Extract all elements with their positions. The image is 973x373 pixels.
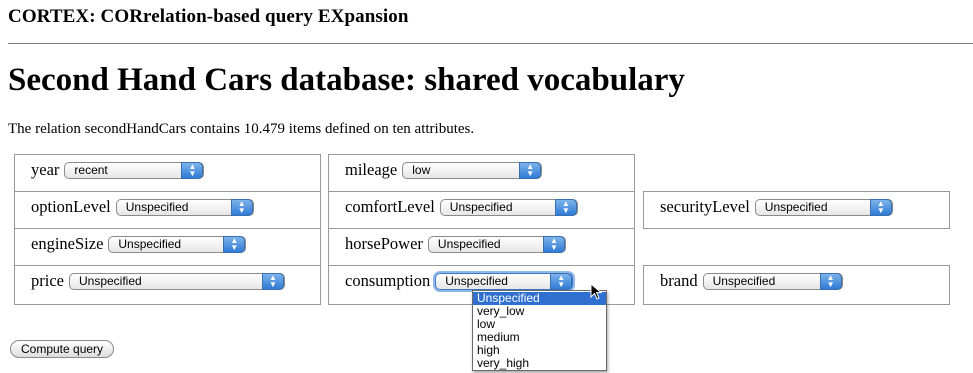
consumption-options-list: Unspecified very_low low medium high ver…: [472, 290, 607, 371]
select-arrows-icon: ▲ ▼: [542, 235, 565, 253]
securityLevel-select[interactable]: Unspecified ▲ ▼: [754, 198, 893, 216]
attribute-cell-mileage: mileage low ▲ ▼: [328, 154, 635, 192]
relation-description: The relation secondHandCars contains 10.…: [8, 121, 475, 137]
optionLevel-select[interactable]: Unspecified ▲ ▼: [115, 198, 254, 216]
comfortLevel-select-value: Unspecified: [449, 199, 513, 214]
price-label: price: [31, 271, 64, 290]
compute-query-button[interactable]: Compute query: [10, 340, 115, 358]
comfortLevel-select[interactable]: Unspecified ▲ ▼: [439, 198, 578, 216]
securityLevel-select-value: Unspecified: [764, 199, 828, 214]
brand-label: brand: [660, 271, 698, 290]
optionLevel-label: optionLevel: [31, 197, 111, 216]
horsePower-label: horsePower: [345, 234, 423, 253]
mileage-select[interactable]: low ▲ ▼: [402, 161, 543, 179]
attribute-cell-brand: brand Unspecified ▲ ▼: [643, 265, 950, 305]
mileage-select-value: low: [412, 162, 431, 177]
optionLevel-select-value: Unspecified: [125, 199, 189, 214]
select-arrows-icon: ▲ ▼: [519, 161, 542, 179]
header-divider: [8, 43, 973, 44]
comfortLevel-label: comfortLevel: [345, 197, 435, 216]
select-arrows-icon: ▲ ▼: [550, 272, 573, 290]
attribute-cell-securityLevel: securityLevel Unspecified ▲ ▼: [643, 191, 950, 229]
year-select-value: recent: [74, 162, 108, 177]
select-arrows-icon: ▲ ▼: [819, 272, 842, 290]
consumption-select[interactable]: Unspecified ▲ ▼: [435, 272, 574, 290]
consumption-select-value: Unspecified: [445, 273, 508, 288]
brand-select[interactable]: Unspecified ▲ ▼: [702, 272, 843, 290]
year-label: year: [31, 160, 60, 179]
attribute-cell-optionLevel: optionLevel Unspecified ▲ ▼: [14, 191, 321, 229]
engineSize-select[interactable]: Unspecified ▲ ▼: [108, 235, 247, 253]
brand-select-value: Unspecified: [712, 273, 776, 288]
price-select[interactable]: Unspecified ▲ ▼: [68, 272, 285, 290]
engineSize-select-value: Unspecified: [118, 236, 182, 251]
horsePower-select-value: Unspecified: [437, 236, 501, 251]
select-arrows-icon: ▲ ▼: [230, 198, 253, 216]
select-arrows-icon: ▲ ▼: [223, 235, 246, 253]
mouse-pointer-icon: [590, 283, 603, 300]
select-arrows-icon: ▲ ▼: [554, 198, 577, 216]
consumption-label: consumption: [345, 271, 431, 290]
price-select-value: Unspecified: [78, 273, 142, 288]
attribute-cell-comfortLevel: comfortLevel Unspecified ▲ ▼: [328, 191, 635, 229]
attribute-cell-horsePower: horsePower Unspecified ▲ ▼: [328, 228, 635, 266]
attribute-cell-year: year recent ▲ ▼: [14, 154, 321, 192]
attribute-cell-price: price Unspecified ▲ ▼: [14, 265, 321, 305]
option-very-high[interactable]: very_high: [473, 357, 606, 370]
select-arrows-icon: ▲ ▼: [181, 161, 204, 179]
select-arrows-icon: ▲ ▼: [869, 198, 892, 216]
year-select[interactable]: recent ▲ ▼: [64, 161, 205, 179]
attribute-cell-engineSize: engineSize Unspecified ▲ ▼: [14, 228, 321, 266]
select-arrows-icon: ▲ ▼: [261, 272, 284, 290]
page-title: Second Hand Cars database: shared vocabu…: [8, 62, 685, 98]
horsePower-select[interactable]: Unspecified ▲ ▼: [427, 235, 566, 253]
app-title: CORTEX: CORrelation-based query EXpansio…: [8, 6, 409, 27]
engineSize-label: engineSize: [31, 234, 104, 253]
mileage-label: mileage: [345, 160, 398, 179]
securityLevel-label: securityLevel: [660, 197, 750, 216]
